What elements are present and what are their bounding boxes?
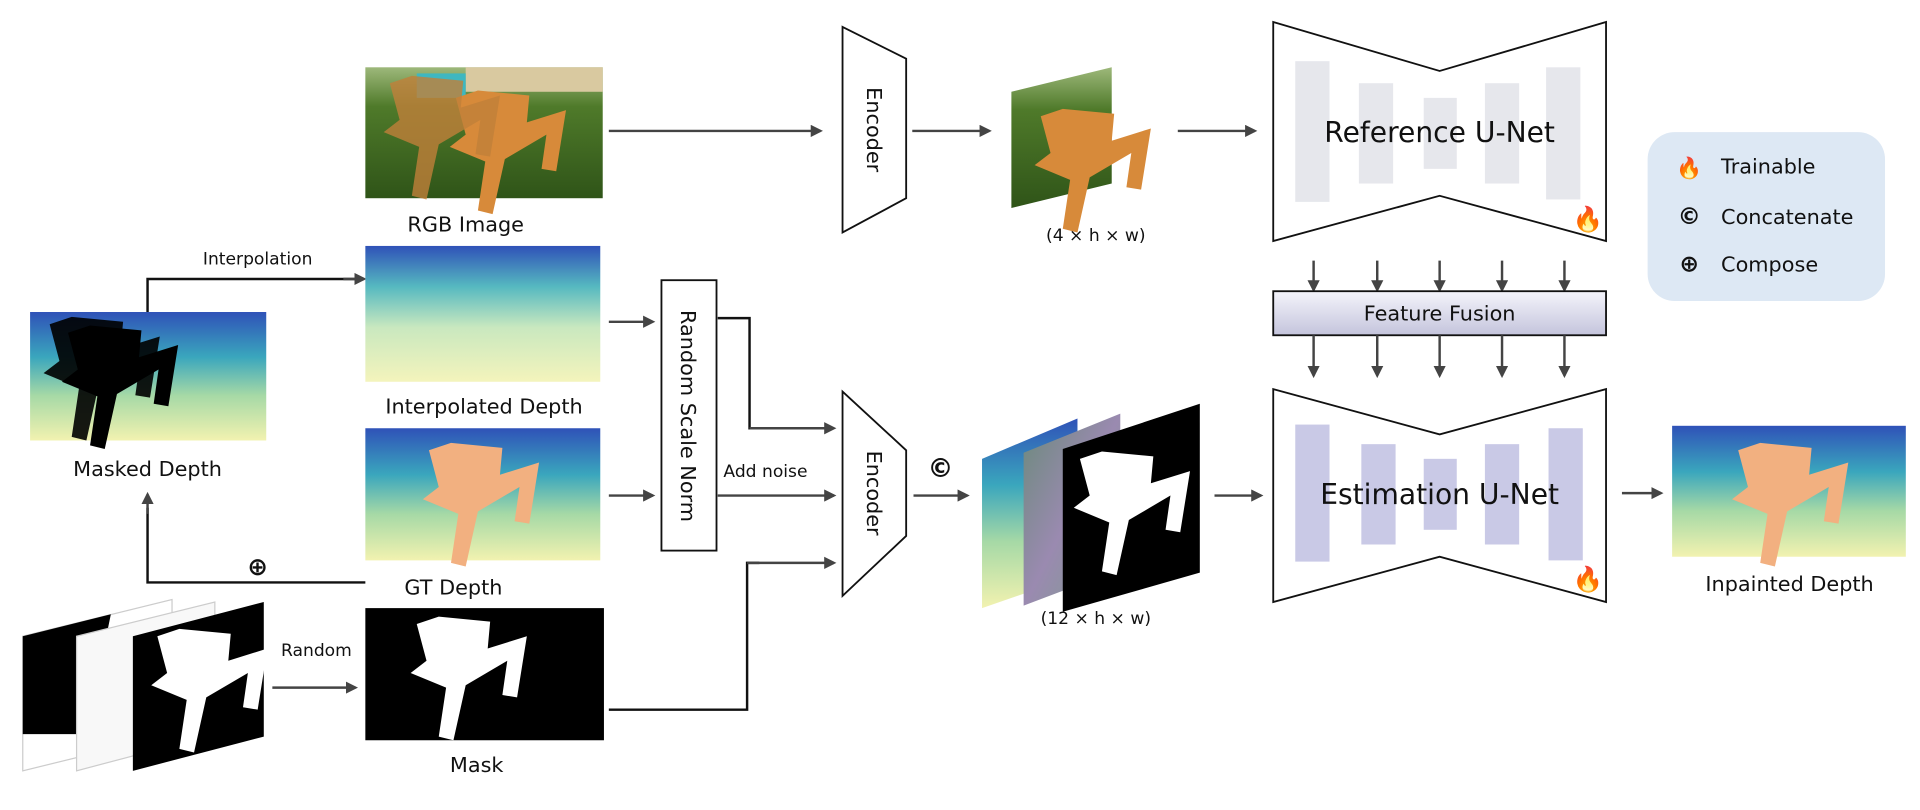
random-scale-norm-label: Random Scale Norm [676, 310, 700, 522]
random-label: Random [281, 641, 352, 661]
masked-depth-image [30, 312, 267, 450]
encoder-bottom-label: Encoder [862, 451, 886, 536]
flame-icon: 🔥 [1676, 156, 1702, 180]
concatenated-latent-stack [982, 403, 1200, 612]
feature-fusion-label: Feature Fusion [1364, 302, 1516, 326]
circled-plus-icon: ⊕ [247, 552, 268, 581]
legend-trainable: Trainable [1720, 155, 1815, 179]
fusion-arrows-in [1307, 260, 1571, 293]
legend-compose: Compose [1721, 253, 1818, 277]
legend-concatenate: Concatenate [1721, 205, 1853, 229]
copyright-circle-c-icon: © [928, 454, 954, 484]
norm-to-encoder-line [717, 316, 760, 430]
interpolated-depth-label: Interpolated Depth [385, 395, 582, 419]
flame-icon: 🔥 [1572, 205, 1602, 234]
random-mask-stack [22, 598, 268, 772]
circled-plus-icon: ⊕ [1680, 251, 1699, 278]
add-noise-label: Add noise [723, 462, 807, 482]
masked-depth-label: Masked Depth [73, 457, 222, 481]
mask-label: Mask [450, 753, 504, 777]
reference-unet-label: Reference U-Net [1324, 116, 1555, 149]
interpolation-line [146, 277, 356, 313]
pipeline-diagram: RGB Image Encoder (4 × h × w) Reference … [22, 20, 1906, 777]
legend: 🔥 Trainable © Concatenate ⊕ Compose [1647, 132, 1886, 301]
inpainted-depth-label: Inpainted Depth [1705, 572, 1873, 596]
copyright-circle-c-icon: © [1678, 203, 1701, 230]
gt-depth-label: GT Depth [404, 576, 502, 600]
rgb-latent-image [1011, 67, 1151, 233]
latent-bottom-shape: (12 × h × w) [1041, 609, 1151, 629]
fusion-arrows-out [1307, 335, 1571, 379]
inpainted-depth-image [1672, 425, 1906, 567]
latent-top-shape: (4 × h × w) [1046, 226, 1146, 246]
mask-image [365, 608, 604, 741]
rgb-image-label: RGB Image [407, 212, 524, 236]
estimation-unet-label: Estimation U-Net [1320, 478, 1559, 511]
flame-icon: 🔥 [1572, 564, 1602, 593]
interpolated-depth-image [365, 245, 601, 382]
mask-to-encoder-line [608, 561, 760, 711]
rgb-image [365, 67, 603, 215]
interpolation-label: Interpolation [203, 249, 313, 269]
encoder-top-label: Encoder [862, 87, 886, 172]
gt-depth-image [365, 428, 601, 567]
